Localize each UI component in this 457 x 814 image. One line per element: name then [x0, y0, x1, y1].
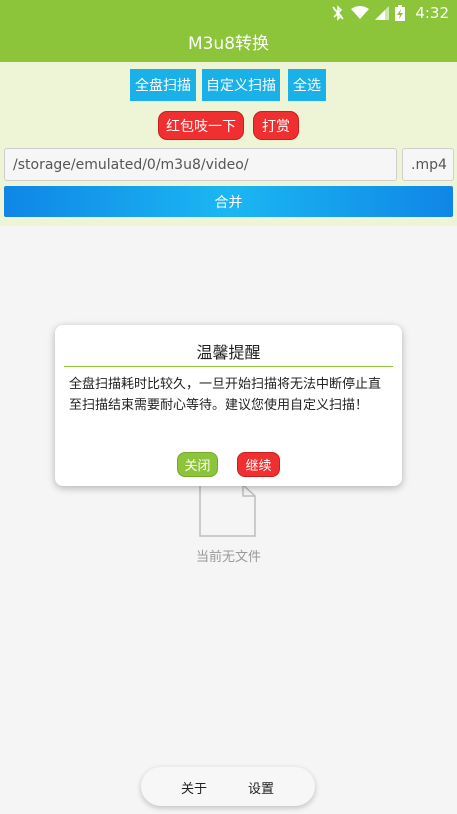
dialog-close-button[interactable]: 关闭 — [177, 452, 218, 477]
select-all-button[interactable]: 全选 — [288, 69, 326, 101]
bottom-nav: 关于 设置 — [141, 767, 315, 806]
signal-icon — [375, 6, 390, 20]
status-time: 4:32 — [415, 4, 449, 22]
app-title: M3u8转换 — [0, 26, 457, 62]
battery-charging-icon — [395, 5, 406, 21]
full-scan-button[interactable]: 全盘扫描 — [130, 69, 196, 101]
dialog-title: 温馨提醒 — [196, 343, 261, 362]
merge-button[interactable]: 合并 — [4, 186, 453, 217]
dialog-divider — [64, 366, 393, 367]
extension-input[interactable]: .mp4 — [402, 148, 454, 181]
reward-button[interactable]: 打赏 — [253, 111, 299, 140]
control-panel: 全盘扫描 自定义扫描 全选 红包吱一下 打赏 /storage/emulated… — [0, 62, 457, 226]
warning-dialog: 温馨提醒 全盘扫描耗时比较久，一旦开始扫描将无法中断停止直至扫描结束需要耐心等待… — [55, 325, 402, 486]
status-bar: 4:32 — [0, 0, 457, 26]
bluetooth-off-icon — [331, 5, 345, 21]
path-input[interactable]: /storage/emulated/0/m3u8/video/ — [4, 148, 397, 181]
red-packet-button[interactable]: 红包吱一下 — [158, 111, 244, 140]
empty-state-text: 当前无文件 — [195, 550, 261, 565]
dialog-message: 全盘扫描耗时比较久，一旦开始扫描将无法中断停止直至扫描结束需要耐心等待。建议您使… — [69, 377, 382, 413]
nav-settings[interactable]: 设置 — [248, 778, 274, 797]
custom-scan-button[interactable]: 自定义扫描 — [202, 69, 280, 101]
nav-about[interactable]: 关于 — [181, 778, 207, 797]
empty-file-icon — [199, 484, 256, 537]
dialog-continue-button[interactable]: 继续 — [237, 452, 280, 477]
wifi-icon — [351, 6, 370, 20]
status-icons: 4:32 — [331, 4, 449, 22]
